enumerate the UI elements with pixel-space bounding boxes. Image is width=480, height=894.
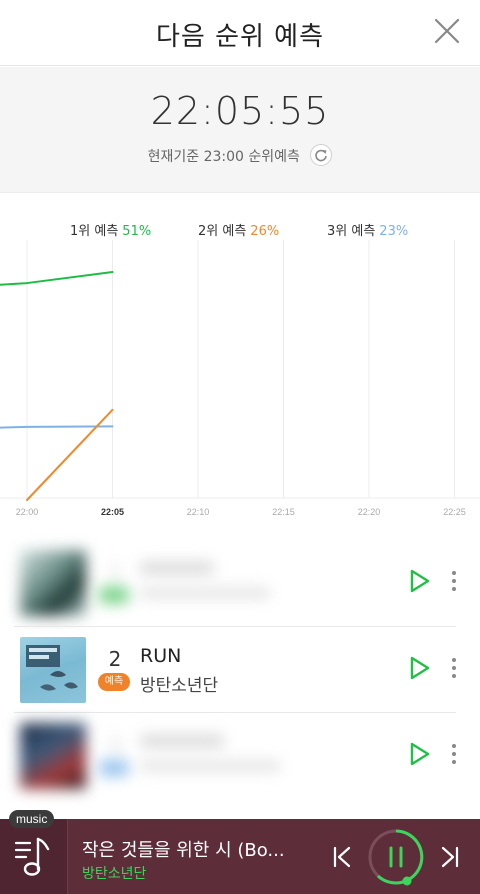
album-cover [20, 637, 86, 703]
ranking-chart: 22:00 22:05 22:10 22:15 22:20 22:25 [0, 240, 480, 517]
artist-name [140, 757, 280, 777]
artist-name [140, 584, 270, 604]
x-tick-label: 22:10 [187, 507, 210, 517]
x-tick-label: 22:05 [101, 507, 124, 517]
rank-number: 1 [108, 560, 122, 584]
header: 다음 순위 예측 [0, 0, 480, 66]
mini-player[interactable]: 작은 것들을 위한 시 (Bo... 방탄소년단 [0, 819, 480, 894]
rank-number: 2 [108, 647, 122, 671]
prediction-basis: 현재기준 23:00 순위예측 [0, 144, 480, 168]
next-button[interactable] [438, 845, 462, 869]
next-icon [441, 846, 459, 868]
now-playing-artist: 방탄소년단 [82, 866, 147, 882]
clock-panel: 22:05:55 현재기준 23:00 순위예측 [0, 67, 480, 193]
legend-item-1: 1위 예측 51% [70, 220, 151, 239]
legend-percent: 26% [250, 224, 280, 239]
previous-icon [333, 846, 351, 868]
x-tick-label: 22:25 [443, 507, 466, 517]
ranking-row[interactable]: 1 [0, 540, 480, 626]
more-button[interactable] [448, 741, 460, 767]
ranking-row[interactable]: 2 예측 RUN 방탄소년단 [0, 627, 480, 713]
music-tag: music [9, 810, 55, 828]
current-time: 22:05:55 [150, 89, 330, 133]
legend-item-2: 2위 예측 26% [198, 220, 279, 239]
legend-label: 2위 예측 [198, 224, 247, 239]
x-tick-label: 22:15 [272, 507, 295, 517]
pause-progress-icon [368, 829, 424, 886]
rank-badge [98, 586, 130, 604]
page-title: 다음 순위 예측 [155, 22, 325, 52]
refresh-button[interactable] [310, 144, 333, 166]
play-icon [410, 656, 430, 680]
series-line-rank1 [0, 271, 114, 286]
x-tick-label: 22:20 [358, 507, 381, 517]
more-button[interactable] [448, 655, 460, 681]
playlist-button[interactable] [0, 819, 68, 894]
legend-percent: 23% [379, 224, 409, 239]
play-button[interactable] [408, 655, 432, 681]
pause-button[interactable] [366, 827, 426, 887]
close-button[interactable] [432, 16, 462, 46]
play-icon [410, 569, 430, 593]
song-title [140, 731, 224, 753]
prediction-badge: 예측 [98, 673, 130, 691]
refresh-icon [315, 149, 328, 162]
legend-label: 1위 예측 [70, 224, 119, 239]
song-title: RUN [140, 645, 182, 667]
ranking-row[interactable]: 3 [0, 713, 480, 799]
more-vertical-icon [452, 744, 456, 764]
artist-name: 방탄소년단 [140, 676, 219, 696]
play-icon [410, 742, 430, 766]
legend-percent: 51% [122, 224, 152, 239]
chart-legend: 1위 예측 51% 2위 예측 26% 3위 예측 23% [0, 220, 480, 240]
more-vertical-icon [452, 658, 456, 678]
legend-item-3: 3위 예측 23% [327, 220, 408, 239]
prediction-basis-text: 현재기준 23:00 순위예측 [147, 149, 300, 165]
album-art-image [26, 645, 78, 691]
more-vertical-icon [452, 571, 456, 591]
playlist-music-icon [14, 837, 50, 876]
close-icon [434, 18, 460, 44]
play-button[interactable] [408, 741, 432, 767]
legend-label: 3위 예측 [327, 224, 376, 239]
more-button[interactable] [448, 568, 460, 594]
previous-button[interactable] [330, 845, 354, 869]
rank-badge [98, 759, 130, 777]
play-button[interactable] [408, 568, 432, 594]
song-title [140, 558, 214, 580]
rank-number: 3 [108, 733, 122, 757]
album-cover [20, 723, 86, 789]
series-line-rank2 [26, 408, 114, 501]
album-cover [20, 550, 86, 616]
now-playing-title: 작은 것들을 위한 시 (Bo... [82, 840, 285, 861]
x-tick-label: 22:00 [16, 507, 39, 517]
